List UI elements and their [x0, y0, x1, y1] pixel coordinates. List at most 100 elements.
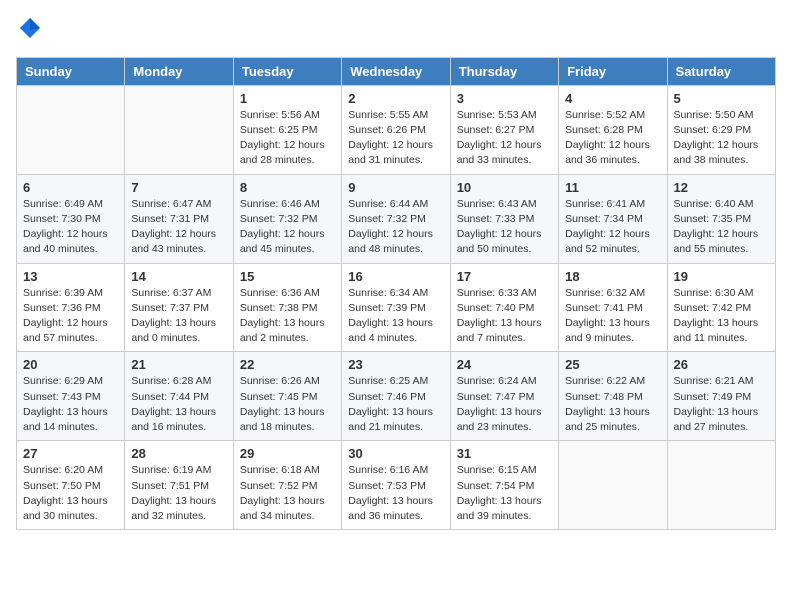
day-info: Sunrise: 6:41 AM Sunset: 7:34 PM Dayligh… — [565, 197, 660, 258]
day-info: Sunrise: 6:24 AM Sunset: 7:47 PM Dayligh… — [457, 374, 552, 435]
day-info: Sunrise: 6:40 AM Sunset: 7:35 PM Dayligh… — [674, 197, 769, 258]
day-info: Sunrise: 5:53 AM Sunset: 6:27 PM Dayligh… — [457, 108, 552, 169]
day-number: 18 — [565, 269, 660, 284]
day-number: 22 — [240, 357, 335, 372]
calendar-cell: 18 Sunrise: 6:32 AM Sunset: 7:41 PM Dayli… — [559, 263, 667, 352]
calendar-cell: 19 Sunrise: 6:30 AM Sunset: 7:42 PM Dayli… — [667, 263, 775, 352]
calendar-week-row: 1 Sunrise: 5:56 AM Sunset: 6:25 PM Daylig… — [17, 85, 776, 174]
day-info: Sunrise: 6:34 AM Sunset: 7:39 PM Dayligh… — [348, 286, 443, 347]
calendar-cell: 9 Sunrise: 6:44 AM Sunset: 7:32 PM Daylig… — [342, 174, 450, 263]
logo-icon — [18, 16, 42, 40]
day-number: 10 — [457, 180, 552, 195]
day-info: Sunrise: 5:50 AM Sunset: 6:29 PM Dayligh… — [674, 108, 769, 169]
day-number: 13 — [23, 269, 118, 284]
day-info: Sunrise: 6:19 AM Sunset: 7:51 PM Dayligh… — [131, 463, 226, 524]
calendar-cell: 25 Sunrise: 6:22 AM Sunset: 7:48 PM Dayli… — [559, 352, 667, 441]
calendar-cell: 16 Sunrise: 6:34 AM Sunset: 7:39 PM Dayli… — [342, 263, 450, 352]
day-number: 6 — [23, 180, 118, 195]
day-number: 12 — [674, 180, 769, 195]
day-info: Sunrise: 5:56 AM Sunset: 6:25 PM Dayligh… — [240, 108, 335, 169]
day-info: Sunrise: 5:52 AM Sunset: 6:28 PM Dayligh… — [565, 108, 660, 169]
column-header-tuesday: Tuesday — [233, 57, 341, 85]
calendar-cell: 4 Sunrise: 5:52 AM Sunset: 6:28 PM Daylig… — [559, 85, 667, 174]
calendar-cell: 10 Sunrise: 6:43 AM Sunset: 7:33 PM Dayli… — [450, 174, 558, 263]
calendar-cell — [125, 85, 233, 174]
calendar-cell: 1 Sunrise: 5:56 AM Sunset: 6:25 PM Daylig… — [233, 85, 341, 174]
day-info: Sunrise: 6:36 AM Sunset: 7:38 PM Dayligh… — [240, 286, 335, 347]
day-info: Sunrise: 6:26 AM Sunset: 7:45 PM Dayligh… — [240, 374, 335, 435]
calendar-cell: 23 Sunrise: 6:25 AM Sunset: 7:46 PM Dayli… — [342, 352, 450, 441]
day-info: Sunrise: 6:32 AM Sunset: 7:41 PM Dayligh… — [565, 286, 660, 347]
day-info: Sunrise: 6:16 AM Sunset: 7:53 PM Dayligh… — [348, 463, 443, 524]
day-number: 19 — [674, 269, 769, 284]
day-number: 9 — [348, 180, 443, 195]
calendar-cell: 27 Sunrise: 6:20 AM Sunset: 7:50 PM Dayli… — [17, 441, 125, 530]
day-info: Sunrise: 6:33 AM Sunset: 7:40 PM Dayligh… — [457, 286, 552, 347]
calendar-cell: 2Sunrise: 5:55 AM Sunset: 6:26 PM Daylig… — [342, 85, 450, 174]
day-number: 24 — [457, 357, 552, 372]
day-info: Sunrise: 6:15 AM Sunset: 7:54 PM Dayligh… — [457, 463, 552, 524]
day-info: Sunrise: 6:43 AM Sunset: 7:33 PM Dayligh… — [457, 197, 552, 258]
page-header — [16, 16, 776, 45]
day-info: Sunrise: 6:22 AM Sunset: 7:48 PM Dayligh… — [565, 374, 660, 435]
calendar-cell: 21 Sunrise: 6:28 AM Sunset: 7:44 PM Dayli… — [125, 352, 233, 441]
calendar-cell: 22 Sunrise: 6:26 AM Sunset: 7:45 PM Dayli… — [233, 352, 341, 441]
calendar-cell — [559, 441, 667, 530]
calendar-cell: 30 Sunrise: 6:16 AM Sunset: 7:53 PM Dayli… — [342, 441, 450, 530]
day-info: Sunrise: 6:37 AM Sunset: 7:37 PM Dayligh… — [131, 286, 226, 347]
day-info: Sunrise: 6:29 AM Sunset: 7:43 PM Dayligh… — [23, 374, 118, 435]
calendar-cell: 11Sunrise: 6:41 AM Sunset: 7:34 PM Dayli… — [559, 174, 667, 263]
column-header-monday: Monday — [125, 57, 233, 85]
day-info: Sunrise: 6:28 AM Sunset: 7:44 PM Dayligh… — [131, 374, 226, 435]
column-header-thursday: Thursday — [450, 57, 558, 85]
calendar-cell: 28 Sunrise: 6:19 AM Sunset: 7:51 PM Dayli… — [125, 441, 233, 530]
calendar-cell: 24 Sunrise: 6:24 AM Sunset: 7:47 PM Dayli… — [450, 352, 558, 441]
calendar-cell — [17, 85, 125, 174]
calendar-header-row: SundayMondayTuesdayWednesdayThursdayFrid… — [17, 57, 776, 85]
day-info: Sunrise: 6:21 AM Sunset: 7:49 PM Dayligh… — [674, 374, 769, 435]
calendar-cell: 15 Sunrise: 6:36 AM Sunset: 7:38 PM Dayli… — [233, 263, 341, 352]
day-number: 14 — [131, 269, 226, 284]
day-number: 8 — [240, 180, 335, 195]
day-number: 20 — [23, 357, 118, 372]
calendar-cell: 26 Sunrise: 6:21 AM Sunset: 7:49 PM Dayli… — [667, 352, 775, 441]
column-header-wednesday: Wednesday — [342, 57, 450, 85]
calendar-cell: 6Sunrise: 6:49 AM Sunset: 7:30 PM Daylig… — [17, 174, 125, 263]
day-number: 1 — [240, 91, 335, 106]
day-number: 16 — [348, 269, 443, 284]
day-number: 25 — [565, 357, 660, 372]
calendar-cell: 8 Sunrise: 6:46 AM Sunset: 7:32 PM Daylig… — [233, 174, 341, 263]
calendar-week-row: 27 Sunrise: 6:20 AM Sunset: 7:50 PM Dayli… — [17, 441, 776, 530]
calendar-cell — [667, 441, 775, 530]
calendar-table: SundayMondayTuesdayWednesdayThursdayFrid… — [16, 57, 776, 530]
day-number: 7 — [131, 180, 226, 195]
column-header-saturday: Saturday — [667, 57, 775, 85]
calendar-week-row: 6Sunrise: 6:49 AM Sunset: 7:30 PM Daylig… — [17, 174, 776, 263]
day-number: 26 — [674, 357, 769, 372]
day-number: 28 — [131, 446, 226, 461]
day-number: 2 — [348, 91, 443, 106]
day-number: 29 — [240, 446, 335, 461]
column-header-sunday: Sunday — [17, 57, 125, 85]
logo — [16, 16, 42, 45]
calendar-cell: 12 Sunrise: 6:40 AM Sunset: 7:35 PM Dayli… — [667, 174, 775, 263]
day-info: Sunrise: 6:44 AM Sunset: 7:32 PM Dayligh… — [348, 197, 443, 258]
day-info: Sunrise: 6:46 AM Sunset: 7:32 PM Dayligh… — [240, 197, 335, 258]
day-number: 15 — [240, 269, 335, 284]
day-info: Sunrise: 6:25 AM Sunset: 7:46 PM Dayligh… — [348, 374, 443, 435]
day-number: 23 — [348, 357, 443, 372]
day-number: 30 — [348, 446, 443, 461]
day-number: 27 — [23, 446, 118, 461]
calendar-cell: 3 Sunrise: 5:53 AM Sunset: 6:27 PM Daylig… — [450, 85, 558, 174]
calendar-cell: 13Sunrise: 6:39 AM Sunset: 7:36 PM Dayli… — [17, 263, 125, 352]
day-info: Sunrise: 6:20 AM Sunset: 7:50 PM Dayligh… — [23, 463, 118, 524]
day-number: 3 — [457, 91, 552, 106]
day-number: 4 — [565, 91, 660, 106]
day-number: 21 — [131, 357, 226, 372]
calendar-cell: 29 Sunrise: 6:18 AM Sunset: 7:52 PM Dayli… — [233, 441, 341, 530]
calendar-cell: 20 Sunrise: 6:29 AM Sunset: 7:43 PM Dayli… — [17, 352, 125, 441]
day-number: 17 — [457, 269, 552, 284]
day-info: Sunrise: 6:18 AM Sunset: 7:52 PM Dayligh… — [240, 463, 335, 524]
day-info: Sunrise: 6:30 AM Sunset: 7:42 PM Dayligh… — [674, 286, 769, 347]
day-info: Sunrise: 6:47 AM Sunset: 7:31 PM Dayligh… — [131, 197, 226, 258]
